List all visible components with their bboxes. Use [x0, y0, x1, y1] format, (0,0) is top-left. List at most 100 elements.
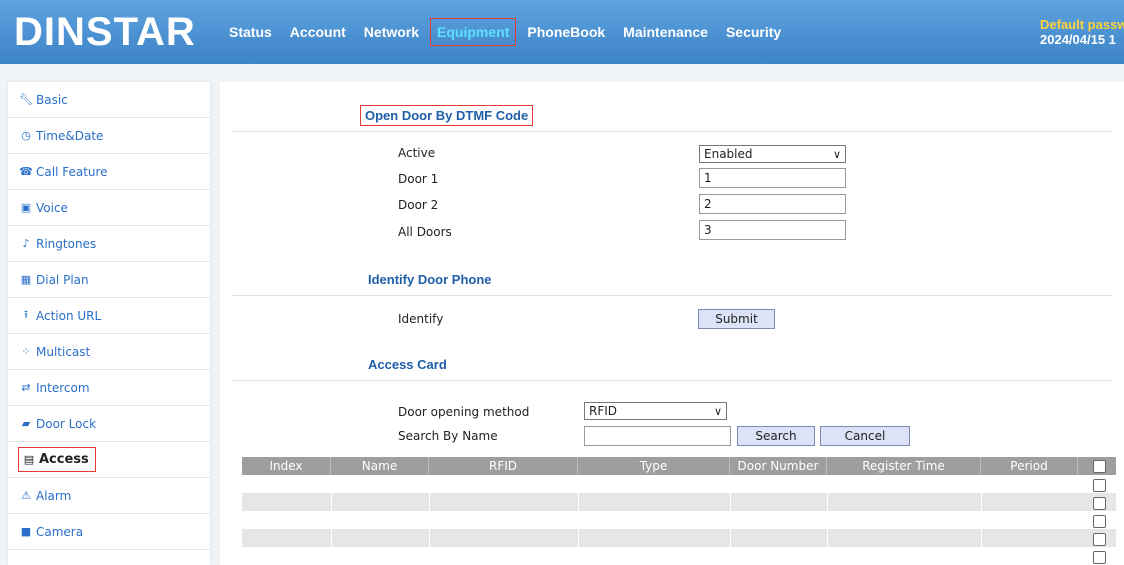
sidebar-item-label: Voice: [36, 200, 68, 215]
divider: [232, 131, 1112, 132]
phone-icon: ☎: [19, 165, 33, 178]
nav-equipment[interactable]: Equipment: [430, 18, 517, 46]
sidebar-item-label: Intercom: [36, 380, 90, 395]
sidebar-item-label: Alarm: [36, 488, 72, 503]
nav-status[interactable]: Status: [222, 18, 279, 46]
active-label: Active: [398, 146, 436, 160]
sidebar-item-alarm[interactable]: ⚠ Alarm: [8, 478, 210, 514]
sidebar-item-label: Time&Date: [36, 128, 104, 143]
active-select[interactable]: Enabled ∨: [699, 145, 846, 163]
logo: DINSTAR: [14, 10, 196, 54]
row-checkbox[interactable]: [1093, 479, 1106, 492]
column-separator: [331, 529, 332, 547]
sidebar-item-action-url[interactable]: ⭱ Action URL: [8, 298, 210, 334]
sidebar-item-label: Call Feature: [36, 164, 108, 179]
camera-icon: ■: [20, 525, 32, 538]
datetime: 2024/04/15 1: [1040, 32, 1116, 47]
main-panel: Open Door By DTMF Code Active Enabled ∨ …: [220, 82, 1124, 565]
access-table-header: Index Name RFID Type Door Number Registe…: [242, 457, 1116, 475]
sidebar-item-multicast[interactable]: ⁘ Multicast: [8, 334, 210, 370]
nav-security[interactable]: Security: [719, 18, 788, 46]
table-row: [242, 493, 1116, 511]
wrench-icon: 🔧︎: [19, 93, 33, 106]
sidebar-item-label: Dial Plan: [36, 272, 89, 287]
col-rfid: RFID: [429, 457, 578, 475]
all-doors-input[interactable]: 3: [699, 220, 846, 240]
sidebar-item-label: Camera: [36, 524, 84, 539]
divider: [232, 380, 1112, 381]
sidebar-item-dial-plan[interactable]: ▦ Dial Plan: [8, 262, 210, 298]
col-register-time: Register Time: [827, 457, 981, 475]
sidebar-item-label: Action URL: [36, 308, 102, 323]
password-warning[interactable]: Default passw: [1040, 17, 1124, 32]
nav-phonebook[interactable]: PhoneBook: [520, 18, 612, 46]
all-doors-label: All Doors: [398, 225, 452, 239]
row-checkbox[interactable]: [1093, 533, 1106, 546]
nav-network[interactable]: Network: [357, 18, 426, 46]
door-opening-method-label: Door opening method: [398, 405, 530, 419]
chevron-down-icon: ∨: [713, 405, 722, 418]
identify-label: Identify: [398, 312, 444, 326]
identify-section-title: Identify Door Phone: [368, 272, 492, 287]
sidebar: 🔧︎ Basic ◷ Time&Date ☎ Call Feature ▣ Voice …: [8, 82, 210, 565]
row-checkbox[interactable]: [1093, 497, 1106, 510]
row-checkbox[interactable]: [1093, 551, 1106, 564]
table-row: [242, 547, 1116, 565]
multicast-icon: ⁘: [21, 345, 31, 358]
active-select-value: Enabled: [704, 147, 753, 161]
select-all-checkbox[interactable]: [1093, 460, 1106, 473]
table-row: [242, 529, 1116, 547]
access-icon: ▤: [23, 453, 35, 466]
table-row: [242, 511, 1116, 529]
col-index: Index: [242, 457, 331, 475]
main-nav: Status Account Network Equipment PhoneBo…: [222, 18, 792, 46]
column-separator: [827, 493, 828, 511]
status-info: Default passw 2024/04/15 1: [1040, 17, 1124, 47]
alarm-icon: ⚠: [21, 489, 31, 502]
nav-maintenance[interactable]: Maintenance: [616, 18, 715, 46]
column-separator: [827, 529, 828, 547]
sidebar-item-label: Basic: [36, 92, 68, 107]
top-bar: DINSTAR Status Account Network Equipment…: [0, 0, 1124, 64]
table-row: [242, 475, 1116, 493]
col-name: Name: [331, 457, 429, 475]
transfer-icon: ⇄: [21, 381, 31, 394]
access-card-section-title: Access Card: [368, 357, 447, 372]
sidebar-item-label: Access: [39, 452, 89, 467]
door-opening-method-value: RFID: [589, 404, 618, 418]
sidebar-item-label: Ringtones: [36, 236, 97, 251]
divider: [232, 295, 1112, 296]
cancel-button[interactable]: Cancel: [820, 426, 910, 446]
sidebar-item-call-feature[interactable]: ☎ Call Feature: [8, 154, 210, 190]
voice-icon: ▣: [20, 201, 32, 214]
door-opening-method-select[interactable]: RFID ∨: [584, 402, 727, 420]
nav-account[interactable]: Account: [283, 18, 353, 46]
door2-label: Door 2: [398, 198, 439, 212]
sidebar-item-camera[interactable]: ■ Camera: [8, 514, 210, 550]
sidebar-item-intercom[interactable]: ⇄ Intercom: [8, 370, 210, 406]
col-type: Type: [578, 457, 730, 475]
column-separator: [429, 529, 430, 547]
sidebar-item-door-lock[interactable]: ▰ Door Lock: [8, 406, 210, 442]
sidebar-item-basic[interactable]: 🔧︎ Basic: [8, 82, 210, 118]
column-separator: [578, 529, 579, 547]
sidebar-item-timedate[interactable]: ◷ Time&Date: [8, 118, 210, 154]
column-separator: [730, 493, 731, 511]
sidebar-item-voice[interactable]: ▣ Voice: [8, 190, 210, 226]
door1-label: Door 1: [398, 172, 439, 186]
sidebar-item-access[interactable]: ▤ Access: [8, 442, 210, 478]
col-period: Period: [981, 457, 1078, 475]
column-separator: [981, 529, 982, 547]
sidebar-item-ringtones[interactable]: ♪ Ringtones: [8, 226, 210, 262]
door1-input[interactable]: 1: [699, 168, 846, 188]
column-separator: [578, 493, 579, 511]
sidebar-item-label: Multicast: [36, 344, 91, 359]
active-highlight: ▤ Access: [18, 447, 96, 472]
submit-button[interactable]: Submit: [698, 309, 775, 329]
door2-input[interactable]: 2: [699, 194, 846, 214]
row-checkbox[interactable]: [1093, 515, 1106, 528]
search-name-input[interactable]: [584, 426, 731, 446]
search-button[interactable]: Search: [737, 426, 815, 446]
search-by-name-label: Search By Name: [398, 429, 498, 443]
sidebar-item-label: Door Lock: [36, 416, 97, 431]
